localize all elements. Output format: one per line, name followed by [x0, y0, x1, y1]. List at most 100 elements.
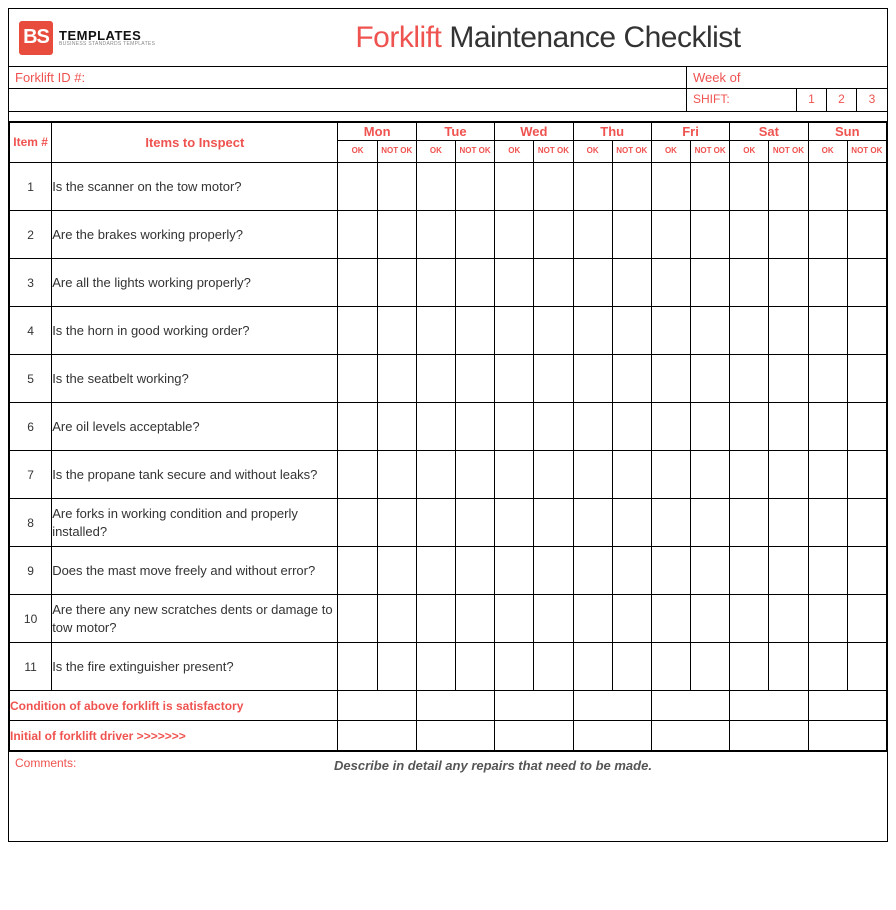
check-ok[interactable]	[651, 355, 690, 403]
check-ok[interactable]	[573, 403, 612, 451]
check-ok[interactable]	[495, 403, 534, 451]
check-not-ok[interactable]	[534, 307, 573, 355]
check-not-ok[interactable]	[612, 547, 651, 595]
check-ok[interactable]	[808, 403, 847, 451]
check-ok[interactable]	[338, 643, 377, 691]
check-not-ok[interactable]	[847, 403, 886, 451]
check-not-ok[interactable]	[534, 355, 573, 403]
check-ok[interactable]	[730, 163, 769, 211]
check-ok[interactable]	[416, 307, 455, 355]
check-not-ok[interactable]	[612, 355, 651, 403]
check-not-ok[interactable]	[847, 595, 886, 643]
check-not-ok[interactable]	[612, 643, 651, 691]
check-ok[interactable]	[808, 211, 847, 259]
check-not-ok[interactable]	[612, 499, 651, 547]
check-ok[interactable]	[495, 307, 534, 355]
check-not-ok[interactable]	[847, 355, 886, 403]
check-ok[interactable]	[651, 595, 690, 643]
check-ok[interactable]	[573, 451, 612, 499]
check-ok[interactable]	[573, 259, 612, 307]
check-not-ok[interactable]	[691, 451, 730, 499]
initial-tue[interactable]	[416, 721, 494, 751]
check-ok[interactable]	[651, 547, 690, 595]
check-ok[interactable]	[495, 643, 534, 691]
check-not-ok[interactable]	[534, 499, 573, 547]
check-ok[interactable]	[808, 595, 847, 643]
check-not-ok[interactable]	[377, 307, 416, 355]
check-not-ok[interactable]	[847, 307, 886, 355]
check-ok[interactable]	[495, 163, 534, 211]
check-ok[interactable]	[338, 595, 377, 643]
check-not-ok[interactable]	[534, 259, 573, 307]
check-not-ok[interactable]	[534, 403, 573, 451]
check-ok[interactable]	[573, 547, 612, 595]
condition-fri[interactable]	[651, 691, 729, 721]
condition-thu[interactable]	[573, 691, 651, 721]
week-field[interactable]: Week of	[687, 67, 887, 88]
check-not-ok[interactable]	[691, 595, 730, 643]
shift-2[interactable]: 2	[827, 89, 857, 111]
check-ok[interactable]	[573, 499, 612, 547]
meta-blank[interactable]	[9, 89, 687, 111]
check-not-ok[interactable]	[769, 211, 808, 259]
check-not-ok[interactable]	[769, 307, 808, 355]
shift-1[interactable]: 1	[797, 89, 827, 111]
check-ok[interactable]	[338, 499, 377, 547]
check-not-ok[interactable]	[456, 163, 495, 211]
check-ok[interactable]	[651, 259, 690, 307]
check-ok[interactable]	[495, 259, 534, 307]
check-ok[interactable]	[573, 211, 612, 259]
initial-sat[interactable]	[730, 721, 808, 751]
check-not-ok[interactable]	[377, 547, 416, 595]
check-ok[interactable]	[416, 451, 455, 499]
check-not-ok[interactable]	[612, 259, 651, 307]
check-not-ok[interactable]	[377, 643, 416, 691]
check-ok[interactable]	[338, 259, 377, 307]
check-not-ok[interactable]	[769, 451, 808, 499]
check-ok[interactable]	[808, 355, 847, 403]
check-ok[interactable]	[573, 307, 612, 355]
check-ok[interactable]	[651, 403, 690, 451]
check-ok[interactable]	[338, 451, 377, 499]
check-ok[interactable]	[730, 595, 769, 643]
check-ok[interactable]	[416, 259, 455, 307]
check-not-ok[interactable]	[534, 595, 573, 643]
check-ok[interactable]	[495, 499, 534, 547]
check-ok[interactable]	[730, 211, 769, 259]
check-not-ok[interactable]	[769, 547, 808, 595]
check-not-ok[interactable]	[456, 499, 495, 547]
check-not-ok[interactable]	[847, 643, 886, 691]
check-ok[interactable]	[338, 163, 377, 211]
check-not-ok[interactable]	[534, 547, 573, 595]
check-ok[interactable]	[808, 499, 847, 547]
check-not-ok[interactable]	[534, 163, 573, 211]
check-not-ok[interactable]	[769, 355, 808, 403]
check-ok[interactable]	[338, 355, 377, 403]
check-not-ok[interactable]	[612, 163, 651, 211]
check-ok[interactable]	[416, 211, 455, 259]
check-not-ok[interactable]	[456, 643, 495, 691]
check-not-ok[interactable]	[612, 211, 651, 259]
check-ok[interactable]	[651, 307, 690, 355]
check-not-ok[interactable]	[377, 499, 416, 547]
check-not-ok[interactable]	[456, 451, 495, 499]
check-ok[interactable]	[730, 355, 769, 403]
check-ok[interactable]	[338, 403, 377, 451]
check-ok[interactable]	[495, 547, 534, 595]
check-not-ok[interactable]	[769, 499, 808, 547]
initial-sun[interactable]	[808, 721, 886, 751]
check-not-ok[interactable]	[769, 259, 808, 307]
check-not-ok[interactable]	[847, 547, 886, 595]
check-ok[interactable]	[416, 163, 455, 211]
check-ok[interactable]	[495, 355, 534, 403]
check-not-ok[interactable]	[456, 211, 495, 259]
initial-fri[interactable]	[651, 721, 729, 751]
check-ok[interactable]	[416, 643, 455, 691]
check-ok[interactable]	[808, 163, 847, 211]
check-ok[interactable]	[730, 451, 769, 499]
check-not-ok[interactable]	[691, 643, 730, 691]
check-not-ok[interactable]	[456, 307, 495, 355]
check-ok[interactable]	[338, 547, 377, 595]
check-not-ok[interactable]	[456, 259, 495, 307]
check-not-ok[interactable]	[377, 355, 416, 403]
